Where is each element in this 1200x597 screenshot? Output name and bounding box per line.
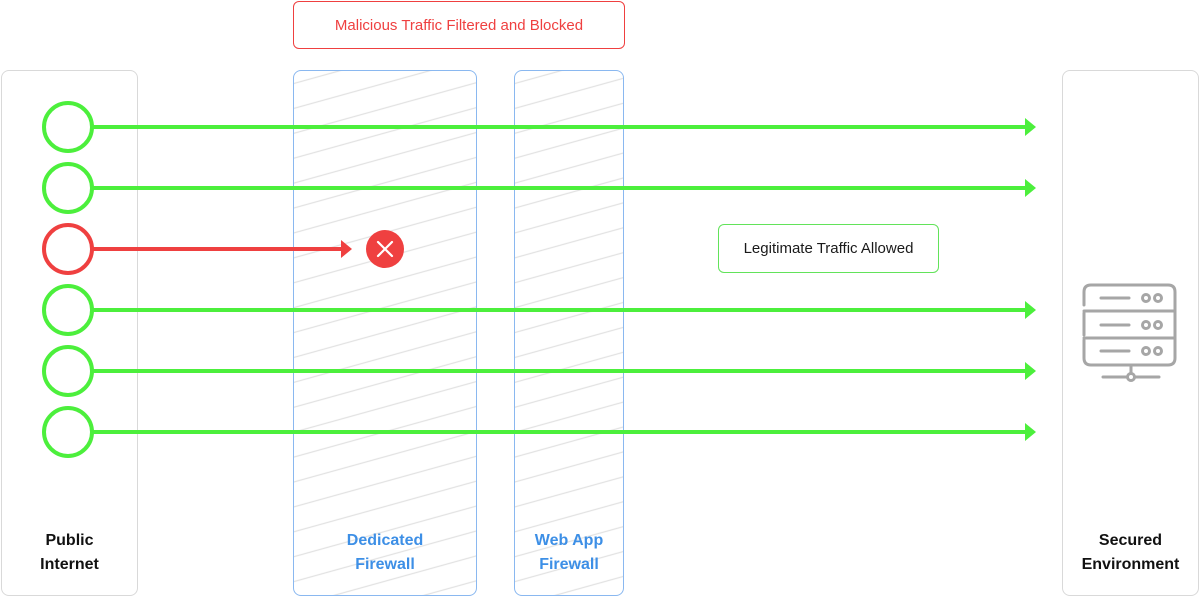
traffic-source-node-allowed (42, 101, 94, 153)
traffic-flows (42, 101, 1036, 458)
traffic-source-node-blocked (42, 223, 94, 275)
server-icon (1082, 283, 1177, 382)
arrowhead-icon (1025, 423, 1036, 441)
arrowhead-icon (1025, 301, 1036, 319)
arrowhead-icon (1025, 118, 1036, 136)
traffic-source-node-allowed (42, 162, 94, 214)
traffic-source-node-allowed (42, 345, 94, 397)
arrowhead-icon (1025, 362, 1036, 380)
arrowhead-icon (1025, 179, 1036, 197)
traffic-source-node-allowed (42, 406, 94, 458)
arrowhead-icon (341, 240, 352, 258)
traffic-source-node-allowed (42, 284, 94, 336)
